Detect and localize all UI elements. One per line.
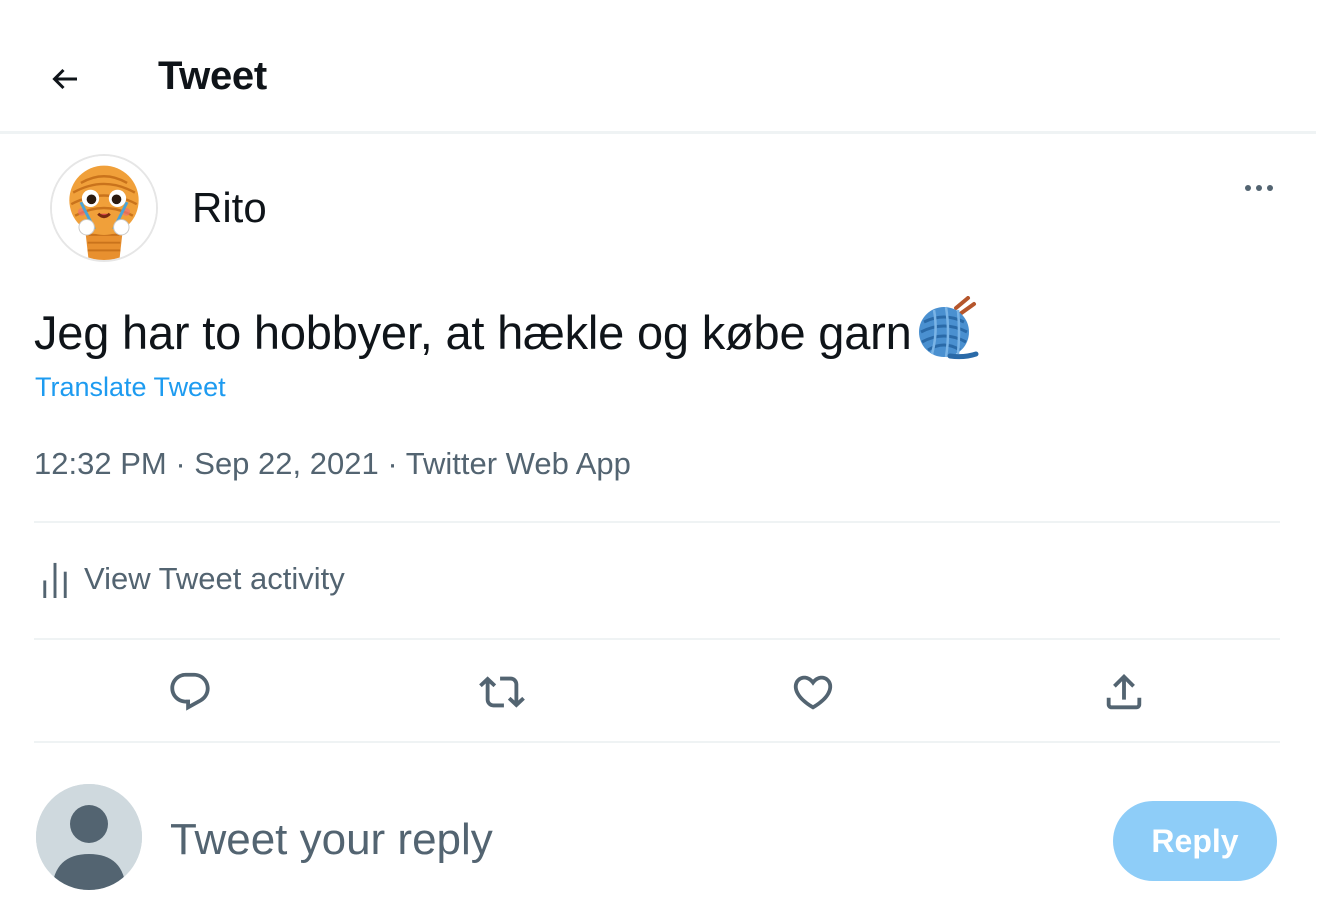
share-action-button[interactable] (1096, 664, 1152, 720)
reply-input[interactable] (170, 808, 1070, 872)
reply-button[interactable]: Reply (1113, 801, 1277, 881)
reply-action-button[interactable] (162, 664, 218, 720)
translate-tweet-link[interactable]: Translate Tweet (35, 372, 226, 403)
share-icon (1106, 673, 1142, 710)
more-dot-icon (1267, 185, 1273, 191)
yarn-emoji-icon (918, 296, 979, 360)
meta-separator: · (175, 446, 195, 481)
divider (34, 741, 1280, 743)
retweet-action-button[interactable] (474, 664, 530, 720)
meta-separator: · (387, 446, 406, 481)
arrow-left-icon (52, 68, 77, 90)
tweet-date[interactable]: Sep 22, 2021 (194, 446, 378, 481)
divider (34, 638, 1280, 640)
bar-chart-icon (43, 562, 67, 598)
yarn-mascot-avatar-image (52, 156, 156, 260)
heart-icon (793, 675, 833, 710)
current-user-avatar[interactable] (36, 784, 142, 890)
like-action-button[interactable] (785, 664, 841, 720)
view-tweet-activity-label: View Tweet activity (84, 561, 345, 596)
more-options-button[interactable] (1234, 168, 1284, 208)
retweet-icon (479, 676, 525, 708)
tweet-metadata: 12:32 PM · Sep 22, 2021 · Twitter Web Ap… (34, 446, 631, 482)
page-title: Tweet (158, 54, 267, 98)
more-dot-icon (1256, 185, 1262, 191)
comment-icon (170, 672, 210, 711)
tweet-source[interactable]: Twitter Web App (406, 446, 631, 481)
tweet-page: Tweet Rito Jeg har to hobbyer, at hækle … (0, 0, 1336, 916)
tweet-text-content: Jeg har to hobbyer, at hækle og købe gar… (34, 305, 912, 359)
author-avatar[interactable] (50, 154, 158, 262)
back-button[interactable] (36, 50, 94, 108)
tweet-text: Jeg har to hobbyer, at hækle og købe gar… (34, 296, 980, 362)
default-profile-icon (36, 784, 142, 890)
view-tweet-activity-link[interactable]: View Tweet activity (40, 560, 345, 598)
more-dot-icon (1245, 185, 1251, 191)
divider (34, 521, 1280, 523)
tweet-time[interactable]: 12:32 PM (34, 446, 167, 481)
author-name[interactable]: Rito (192, 184, 267, 232)
page-header: Tweet (0, 0, 1316, 134)
